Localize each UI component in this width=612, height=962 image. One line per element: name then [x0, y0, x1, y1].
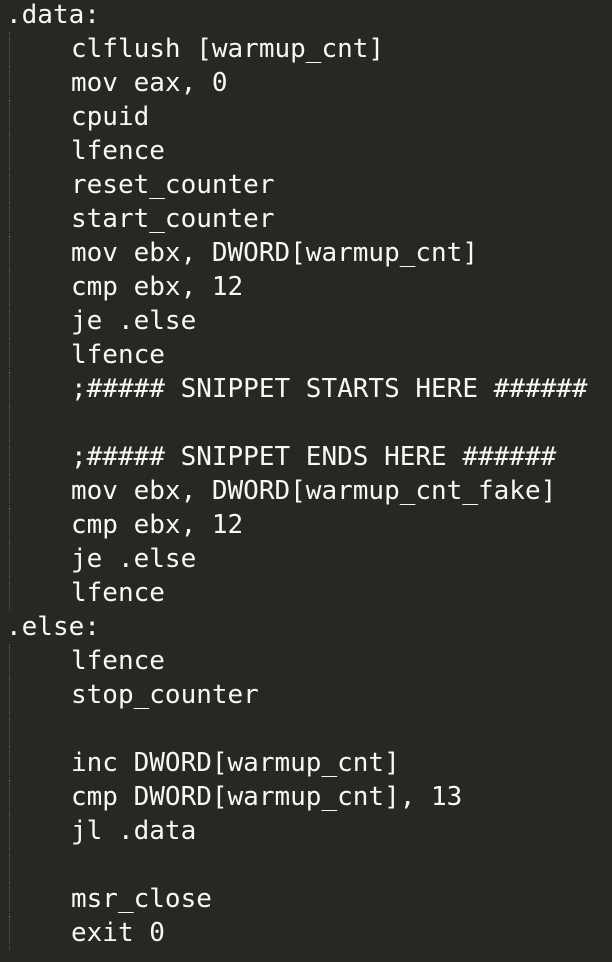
- code-line[interactable]: ;##### SNIPPET ENDS HERE ######: [0, 440, 612, 474]
- code-line[interactable]: cmp ebx, 12: [0, 270, 612, 304]
- code-line[interactable]: msr_close: [0, 882, 612, 916]
- code-line-text: mov eax, 0: [71, 68, 228, 98]
- indent-guide: [9, 474, 10, 508]
- code-line-text: .data:: [6, 0, 100, 30]
- code-line-text: cmp ebx, 12: [71, 510, 244, 540]
- code-line[interactable]: lfence: [0, 644, 612, 678]
- indent-guide: [9, 440, 10, 474]
- code-line-text: je .else: [71, 306, 197, 336]
- code-line[interactable]: lfence: [0, 338, 612, 372]
- code-line[interactable]: [0, 712, 612, 746]
- code-line-text: lfence: [71, 136, 165, 166]
- code-line-text: ;##### SNIPPET STARTS HERE ######: [71, 374, 588, 404]
- code-line[interactable]: cmp DWORD[warmup_cnt], 13: [0, 780, 612, 814]
- indent-guide: [9, 372, 10, 406]
- indent-guide: [9, 134, 10, 168]
- code-line-text: mov ebx, DWORD[warmup_cnt]: [71, 238, 478, 268]
- code-line-text: msr_close: [71, 884, 212, 914]
- code-line-text: clflush [warmup_cnt]: [71, 34, 385, 64]
- indent-guide: [9, 508, 10, 542]
- indent-guide: [9, 66, 10, 100]
- indent-guide: [9, 644, 10, 678]
- code-line-text: .else:: [6, 612, 100, 642]
- code-line[interactable]: jl .data: [0, 814, 612, 848]
- code-line-text: jl .data: [71, 816, 197, 846]
- indent-guide: [9, 304, 10, 338]
- code-line-text: ;##### SNIPPET ENDS HERE ######: [71, 442, 557, 472]
- code-line[interactable]: start_counter: [0, 202, 612, 236]
- code-line[interactable]: clflush [warmup_cnt]: [0, 32, 612, 66]
- code-line[interactable]: ;##### SNIPPET STARTS HERE ######: [0, 372, 612, 406]
- indent-guide: [9, 814, 10, 848]
- code-line[interactable]: mov ebx, DWORD[warmup_cnt_fake]: [0, 474, 612, 508]
- indent-guide: [9, 202, 10, 236]
- indent-guide: [9, 916, 10, 950]
- code-line-text: cmp ebx, 12: [71, 272, 244, 302]
- code-line-text: stop_counter: [71, 680, 259, 710]
- code-line-text: reset_counter: [71, 170, 275, 200]
- indent-guide: [9, 338, 10, 372]
- indent-guide: [9, 576, 10, 610]
- indent-guide: [9, 270, 10, 304]
- indent-guide: [9, 168, 10, 202]
- code-line[interactable]: cmp ebx, 12: [0, 508, 612, 542]
- code-line[interactable]: .else:: [0, 610, 612, 644]
- code-line-text: lfence: [71, 340, 165, 370]
- code-line-text: je .else: [71, 544, 197, 574]
- code-line-text: inc DWORD[warmup_cnt]: [71, 748, 400, 778]
- indent-guide: [9, 678, 10, 712]
- code-line[interactable]: exit 0: [0, 916, 612, 950]
- code-line[interactable]: [0, 848, 612, 882]
- indent-guide: [9, 236, 10, 270]
- indent-guide: [9, 746, 10, 780]
- indent-guide: [9, 32, 10, 66]
- code-line[interactable]: cpuid: [0, 100, 612, 134]
- code-line-text: lfence: [71, 646, 165, 676]
- code-line[interactable]: mov ebx, DWORD[warmup_cnt]: [0, 236, 612, 270]
- code-line[interactable]: lfence: [0, 576, 612, 610]
- indent-guide: [9, 780, 10, 814]
- code-line[interactable]: inc DWORD[warmup_cnt]: [0, 746, 612, 780]
- code-line[interactable]: reset_counter: [0, 168, 612, 202]
- code-line[interactable]: lfence: [0, 134, 612, 168]
- code-editor[interactable]: .data: clflush [warmup_cnt]mov eax, 0 cpui…: [0, 0, 612, 962]
- indent-guide: [9, 882, 10, 916]
- code-line-text: lfence: [71, 578, 165, 608]
- indent-guide: [9, 406, 10, 440]
- code-line[interactable]: je .else: [0, 304, 612, 338]
- indent-guide: [9, 848, 10, 882]
- code-line-text: cmp DWORD[warmup_cnt], 13: [71, 782, 463, 812]
- indent-guide: [9, 100, 10, 134]
- code-line[interactable]: je .else: [0, 542, 612, 576]
- indent-guide: [9, 542, 10, 576]
- code-line-text: start_counter: [71, 204, 275, 234]
- code-line[interactable]: .data:: [0, 0, 612, 32]
- code-line-text: exit 0: [71, 918, 165, 948]
- code-line[interactable]: stop_counter: [0, 678, 612, 712]
- code-line-text: mov ebx, DWORD[warmup_cnt_fake]: [71, 476, 557, 506]
- indent-guide: [9, 712, 10, 746]
- code-line[interactable]: [0, 406, 612, 440]
- code-line[interactable]: mov eax, 0: [0, 66, 612, 100]
- code-line-text: cpuid: [71, 102, 150, 132]
